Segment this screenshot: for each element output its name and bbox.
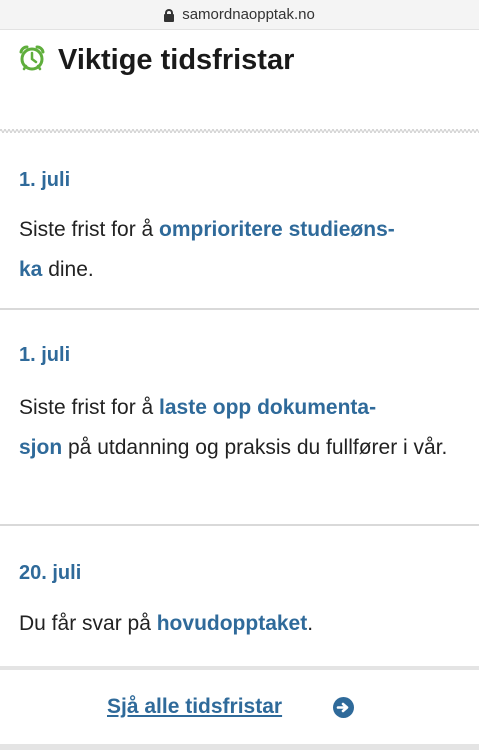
- deadline-link[interactable]: hovudopptaket: [157, 612, 308, 635]
- deadline-description: Siste frist for å laste opp dokumenta-sj…: [19, 396, 448, 459]
- deadline-date: 1. juli: [19, 169, 71, 191]
- alarm-clock-icon: [19, 45, 45, 71]
- browser-url-bar[interactable]: samordnaopptak.no: [0, 0, 479, 30]
- footer-edge: [0, 744, 479, 750]
- url-text: samordnaopptak.no: [182, 6, 315, 23]
- deadline-date: 1. juli: [19, 344, 71, 366]
- arrow-right-circle-icon[interactable]: [333, 697, 354, 718]
- deadline-date: 20. juli: [19, 562, 82, 584]
- deadline-description: Siste frist for å omprioritere studieøns…: [19, 218, 395, 281]
- wavy-divider: [0, 129, 479, 133]
- page-title: Viktige tidsfristar: [58, 44, 295, 76]
- deadline-item: 1. juli Siste frist for å omprioritere s…: [0, 140, 479, 308]
- see-all-footer: Sjå alle tidsfristar: [0, 666, 479, 750]
- section-header: Viktige tidsfristar: [0, 30, 479, 133]
- lock-icon: [164, 9, 175, 22]
- see-all-deadlines-link[interactable]: Sjå alle tidsfristar: [107, 694, 282, 720]
- deadline-item: 20. juli Du får svar på hovudopptaket.: [0, 526, 479, 666]
- deadline-item: 1. juli Siste frist for å laste opp doku…: [0, 310, 479, 524]
- deadline-description: Du får svar på hovudopptaket.: [19, 612, 314, 635]
